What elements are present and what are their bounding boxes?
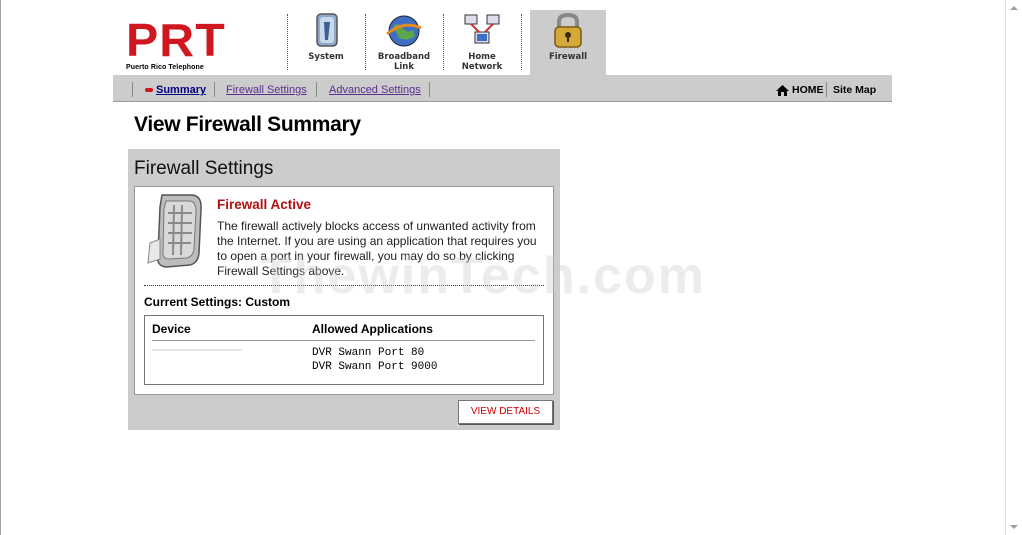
tab-broadband-label: Broadband xyxy=(377,52,431,62)
tab-system[interactable]: System xyxy=(289,10,363,74)
system-icon xyxy=(307,12,345,50)
panel-content: Firewall Active The firewall actively bl… xyxy=(134,186,554,395)
padlock-icon xyxy=(549,12,587,50)
site-map-link[interactable]: Site Map xyxy=(833,84,876,96)
tab-home-label-2: Network xyxy=(461,62,503,72)
nav-separator xyxy=(429,82,430,97)
network-icon xyxy=(463,12,501,50)
window-border xyxy=(0,0,1,535)
current-settings-label: Current Settings: Custom xyxy=(144,295,291,309)
table-cell-application: DVR Swann Port 80 xyxy=(312,347,425,359)
subnav-advanced-settings[interactable]: Advanced Settings xyxy=(329,84,421,96)
logo-text: PRT xyxy=(126,14,226,66)
page-title: View Firewall Summary xyxy=(134,113,361,136)
vertical-scrollbar[interactable] xyxy=(1005,0,1022,535)
nav-separator xyxy=(132,82,133,97)
firewall-settings-panel: Firewall Settings Firewall Active The fi… xyxy=(128,149,560,430)
column-header-device: Device xyxy=(152,322,191,336)
nav-separator xyxy=(826,82,827,97)
table-header-divider xyxy=(152,340,535,341)
tab-separator xyxy=(521,14,522,70)
globe-icon xyxy=(385,12,423,50)
tab-firewall-label: Firewall xyxy=(548,52,588,62)
tab-separator xyxy=(443,14,444,70)
subnav-summary[interactable]: Summary xyxy=(156,84,206,96)
column-header-allowed-applications: Allowed Applications xyxy=(312,322,433,336)
router-image xyxy=(146,193,204,269)
device-name-redacted xyxy=(152,349,242,351)
scroll-up-arrow-icon[interactable] xyxy=(1010,6,1018,10)
dotted-divider xyxy=(144,285,544,286)
nav-separator xyxy=(316,82,317,97)
tab-home-label: Home xyxy=(468,52,496,62)
home-link[interactable]: HOME xyxy=(792,84,824,96)
tab-broadband-link[interactable]: Broadband Link xyxy=(367,10,441,74)
sub-navigation-bar: Summary Firewall Settings Advanced Setti… xyxy=(113,75,892,102)
active-bullet-icon xyxy=(145,88,153,92)
tab-separator xyxy=(365,14,366,70)
tab-separator xyxy=(287,14,288,70)
prt-logo: PRT Puerto Rico Telephone xyxy=(126,17,236,72)
allowed-applications-table: Device Allowed Applications DVR Swann Po… xyxy=(144,315,544,385)
subnav-firewall-settings[interactable]: Firewall Settings xyxy=(226,84,307,96)
scroll-down-arrow-icon[interactable] xyxy=(1010,525,1018,529)
firewall-status-heading: Firewall Active xyxy=(217,197,312,212)
tab-home-network[interactable]: Home Network xyxy=(445,10,519,74)
nav-separator xyxy=(214,82,215,97)
home-icon[interactable] xyxy=(776,83,789,101)
tab-broadband-label-2: Link xyxy=(393,62,415,72)
view-details-button[interactable]: VIEW DETAILS xyxy=(458,400,553,424)
tab-firewall[interactable]: Firewall xyxy=(530,10,606,75)
firewall-description: The firewall actively blocks access of u… xyxy=(217,219,537,278)
panel-title: Firewall Settings xyxy=(134,158,274,179)
table-cell-application: DVR Swann Port 9000 xyxy=(312,361,438,373)
tab-system-label: System xyxy=(308,52,344,62)
